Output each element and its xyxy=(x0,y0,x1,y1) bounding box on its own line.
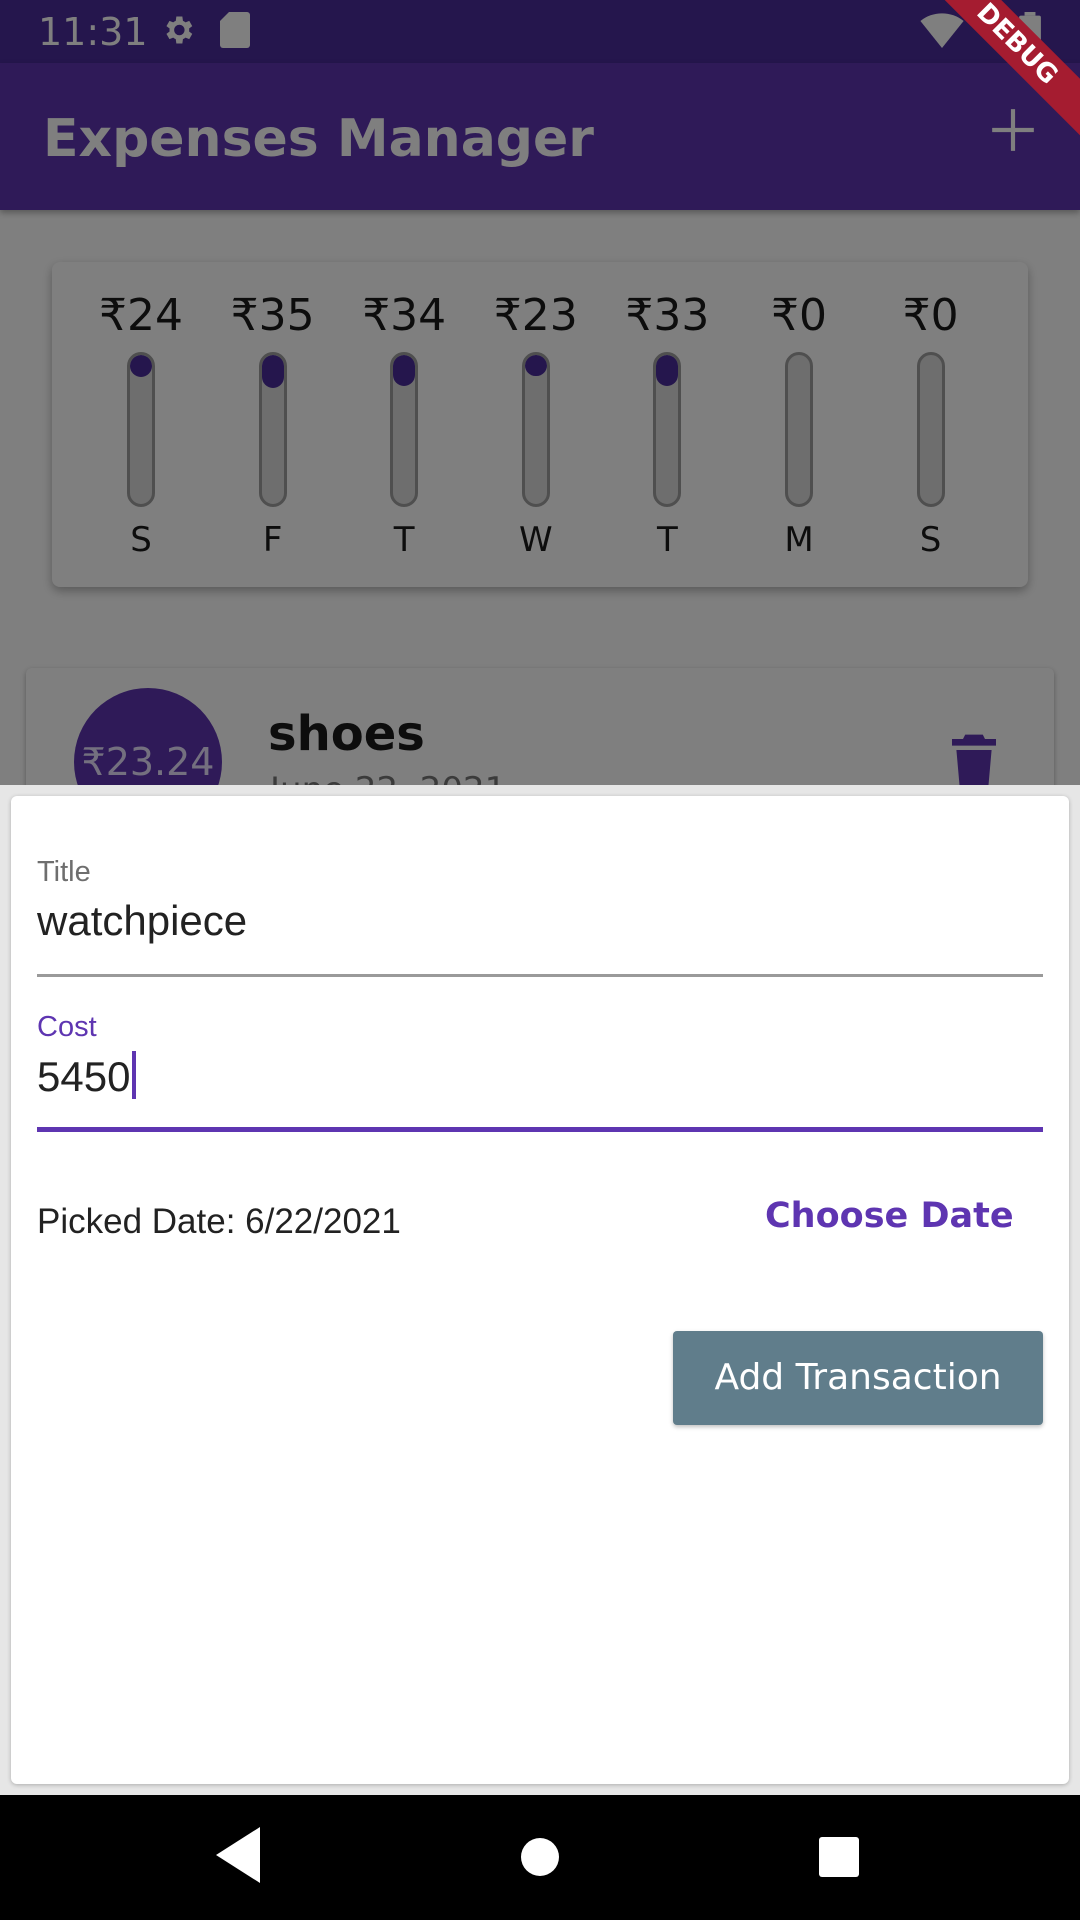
title-field-label: Title xyxy=(37,856,91,888)
back-icon[interactable] xyxy=(216,1827,260,1883)
cost-field[interactable]: 5450 xyxy=(37,1051,137,1101)
cost-field-underline xyxy=(37,1127,1043,1132)
cost-field-label: Cost xyxy=(37,1011,97,1043)
modal-scrim[interactable] xyxy=(0,0,1080,785)
choose-date-button[interactable]: Choose Date xyxy=(765,1196,1014,1246)
picked-date-text: Picked Date: 6/22/2021 xyxy=(37,1202,401,1241)
text-caret xyxy=(132,1051,137,1099)
new-transaction-sheet: Title watchpiece Cost 5450 Picked Date: … xyxy=(11,796,1069,1784)
recents-icon[interactable] xyxy=(817,1827,861,1887)
add-transaction-button[interactable]: Add Transaction xyxy=(673,1331,1043,1425)
title-field[interactable]: watchpiece xyxy=(37,897,247,945)
home-icon[interactable] xyxy=(520,1827,560,1887)
title-field-underline xyxy=(37,974,1043,977)
navigation-bar xyxy=(0,1795,1080,1920)
cost-field-value: 5450 xyxy=(37,1053,131,1100)
